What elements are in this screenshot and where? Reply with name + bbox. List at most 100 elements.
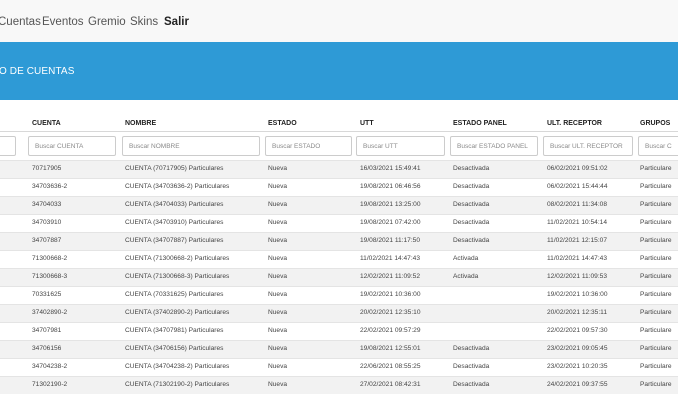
table-row[interactable]: 34703636-2 CUENTA (34703636-2) Particular… [0,178,678,196]
accounts-table: CUENTA NOMBRE ESTADO UTT ESTADO PANEL UL… [0,100,678,403]
nav-gremio-link[interactable]: Gremio [88,16,126,28]
column-header-utt[interactable]: UTT [360,120,374,127]
cell-utt: 12/02/2021 11:09:52 [360,273,421,280]
cell-nombre: CUENTA (34703636-2) Particulares [125,183,230,190]
cell-ult-receptor: 11/02/2021 14:47:43 [547,255,608,262]
cell-estado: Nueva [268,237,288,244]
column-header-grupos[interactable]: GRUPOS [640,120,670,127]
cell-estado-panel: Desactivada [453,345,490,352]
cell-estado: Nueva [268,165,288,172]
cell-nombre: CUENTA (71300668-2) Particulares [125,255,230,262]
cell-estado-panel: Desactivada [453,237,490,244]
cell-estado-panel: Desactivada [453,381,490,388]
cell-nombre: CUENTA (34707887) Particulares [125,237,224,244]
filter-input-nombre[interactable] [122,136,260,156]
cell-ult-receptor: 11/02/2021 12:15:07 [547,237,608,244]
column-header-nombre[interactable]: NOMBRE [125,120,156,127]
cell-estado: Nueva [268,273,288,280]
cell-estado: Nueva [268,255,288,262]
cell-nombre: CUENTA (71302190-2) Particulares [125,381,230,388]
cell-nombre: CUENTA (70331625) Particulares [125,291,224,298]
cell-estado: Nueva [268,381,288,388]
table-row[interactable]: 71300668-3 CUENTA (71300668-3) Particular… [0,268,678,286]
cell-ult-receptor: 11/02/2021 10:54:14 [547,219,608,226]
filter-input-estado[interactable] [265,136,352,156]
table-row[interactable]: 37402890-2 CUENTA (37402890-2) Particular… [0,304,678,322]
cell-utt: 19/08/2021 12:55:01 [360,345,421,352]
cell-utt: 19/02/2021 10:36:00 [360,291,421,298]
nav-eventos-link[interactable]: Eventos [42,16,84,28]
table-row[interactable]: 34704238-2 CUENTA (34704238-2) Particular… [0,358,678,376]
cell-nombre: CUENTA (70717905) Particulares [125,165,224,172]
cell-ult-receptor: 22/02/2021 09:57:30 [547,327,608,334]
table-row[interactable]: 70717905 CUENTA (70717905) Particulares Nu… [0,160,678,178]
cell-estado-panel: Desactivada [453,219,490,226]
column-header-estado-panel[interactable]: ESTADO PANEL [453,120,507,127]
cell-nombre: CUENTA (37402890-2) Particulares [125,309,230,316]
table-row[interactable]: 34707981 CUENTA (34707981) Particulares Nu… [0,322,678,340]
table-row[interactable]: 71302190-2 CUENTA (71302190-2) Particular… [0,376,678,394]
cell-grupos: Particulare [640,183,672,190]
table-row[interactable]: 70331625 CUENTA (70331625) Particulares Nu… [0,286,678,304]
nav-skins-link[interactable]: Skins [130,16,158,28]
table-row[interactable]: 34707887 CUENTA (34707887) Particulares Nu… [0,232,678,250]
cell-estado-panel: Desactivada [453,201,490,208]
cell-nombre: CUENTA (34704033) Particulares [125,201,224,208]
cell-cuenta: 71300668-3 [32,273,68,280]
cell-grupos: Particulare [640,345,672,352]
cell-ult-receptor: 06/02/2021 09:51:02 [547,165,608,172]
table-row[interactable]: 34703910 CUENTA (34703910) Particulares Nu… [0,214,678,232]
filter-input-cuenta[interactable] [28,136,116,156]
cell-cuenta: 71300668-2 [32,255,68,262]
cell-grupos: Particulare [640,309,672,316]
table-row[interactable]: 34704033 CUENTA (34704033) Particulares Nu… [0,196,678,214]
cell-nombre: CUENTA (34703910) Particulares [125,219,224,226]
cell-cuenta: 71302190-2 [32,381,68,388]
cell-cuenta: 34706156 [32,345,62,352]
cell-cuenta: 34704033 [32,201,62,208]
cell-utt: 22/02/2021 09:57:29 [360,327,421,334]
cell-cuenta: 37402890-2 [32,309,68,316]
filter-input-grupos[interactable] [638,136,678,156]
filter-input-utt[interactable] [356,136,445,156]
cell-ult-receptor: 12/02/2021 11:09:53 [547,273,608,280]
cell-estado: Nueva [268,201,288,208]
cell-ult-receptor: 24/02/2021 09:37:55 [547,381,608,388]
cell-nombre: CUENTA (34704238-2) Particulares [125,363,230,370]
nav-salir-link[interactable]: Salir [164,16,189,28]
cell-utt: 19/08/2021 11:17:50 [360,237,421,244]
cell-utt: 20/02/2021 12:35:10 [360,309,421,316]
cell-utt: 19/08/2021 06:46:56 [360,183,421,190]
page-title: O DE CUENTAS [0,66,75,77]
cell-grupos: Particulare [640,237,672,244]
cell-cuenta: 34703910 [32,219,62,226]
table-row[interactable]: 71300668-2 CUENTA (71300668-2) Particular… [0,250,678,268]
column-header-cuenta[interactable]: CUENTA [32,120,61,127]
page-banner: O DE CUENTAS [0,42,678,100]
cell-grupos: Particulare [640,201,672,208]
cell-estado: Nueva [268,363,288,370]
cell-ult-receptor: 08/02/2021 11:34:08 [547,201,608,208]
cell-grupos: Particulare [640,363,672,370]
cell-grupos: Particulare [640,381,672,388]
filter-input-ult-receptor[interactable] [543,136,633,156]
filter-input-hidden[interactable] [0,136,16,156]
column-header-estado[interactable]: ESTADO [268,120,297,127]
cell-estado-panel: Desactivada [453,183,490,190]
cell-grupos: Particulare [640,165,672,172]
table-row[interactable]: 34706156 CUENTA (34706156) Particulares Nu… [0,340,678,358]
cell-ult-receptor: 23/02/2021 10:20:35 [547,363,608,370]
column-header-ult-receptor[interactable]: ULT. RECEPTOR [547,120,602,127]
cell-utt: 11/02/2021 14:47:43 [360,255,421,262]
cell-estado-panel: Desactivada [453,363,490,370]
filter-input-estado-panel[interactable] [450,136,538,156]
cell-nombre: CUENTA (34706156) Particulares [125,345,224,352]
cell-grupos: Particulare [640,273,672,280]
cell-utt: 22/06/2021 08:55:25 [360,363,421,370]
cell-grupos: Particulare [640,291,672,298]
cell-ult-receptor: 23/02/2021 09:05:45 [547,345,608,352]
nav-cuentas-link[interactable]: Cuentas [0,16,41,28]
cell-cuenta: 34704238-2 [32,363,68,370]
cell-grupos: Particulare [640,219,672,226]
cell-utt: 16/03/2021 15:49:41 [360,165,421,172]
